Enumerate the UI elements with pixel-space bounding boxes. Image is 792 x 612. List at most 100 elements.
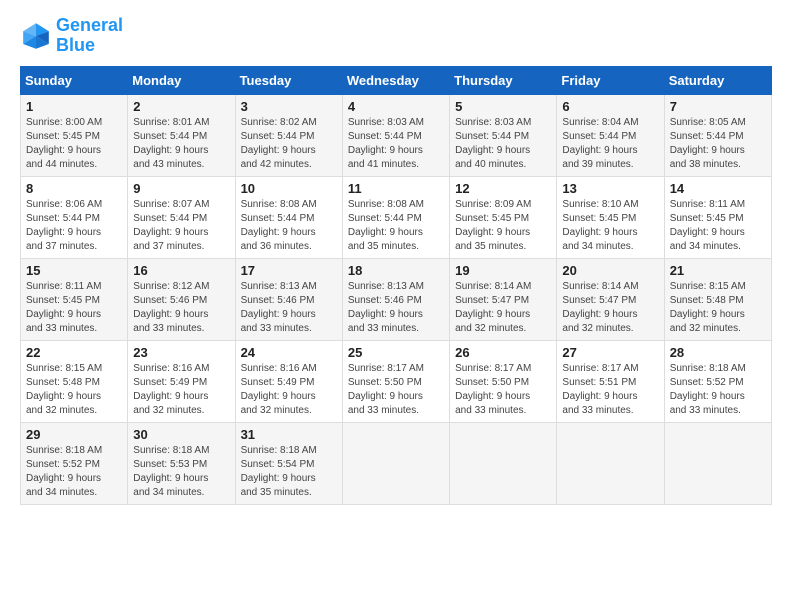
cell-info: Sunrise: 8:17 AMSunset: 5:50 PMDaylight:… xyxy=(455,362,551,418)
week-row-3: 15 Sunrise: 8:11 AMSunset: 5:45 PMDaylig… xyxy=(21,258,772,340)
day-cell xyxy=(450,422,557,504)
day-cell: 30 Sunrise: 8:18 AMSunset: 5:53 PMDaylig… xyxy=(128,422,235,504)
day-cell: 27 Sunrise: 8:17 AMSunset: 5:51 PMDaylig… xyxy=(557,340,664,422)
day-number: 20 xyxy=(562,263,658,278)
cell-info: Sunrise: 8:13 AMSunset: 5:46 PMDaylight:… xyxy=(241,280,337,336)
day-cell: 10 Sunrise: 8:08 AMSunset: 5:44 PMDaylig… xyxy=(235,176,342,258)
cell-info: Sunrise: 8:08 AMSunset: 5:44 PMDaylight:… xyxy=(241,198,337,254)
logo: General Blue xyxy=(20,16,123,56)
day-number: 25 xyxy=(348,345,444,360)
day-cell: 6 Sunrise: 8:04 AMSunset: 5:44 PMDayligh… xyxy=(557,94,664,176)
day-cell: 7 Sunrise: 8:05 AMSunset: 5:44 PMDayligh… xyxy=(664,94,771,176)
day-cell: 14 Sunrise: 8:11 AMSunset: 5:45 PMDaylig… xyxy=(664,176,771,258)
cell-info: Sunrise: 8:05 AMSunset: 5:44 PMDaylight:… xyxy=(670,116,766,172)
cell-info: Sunrise: 8:16 AMSunset: 5:49 PMDaylight:… xyxy=(241,362,337,418)
day-cell: 5 Sunrise: 8:03 AMSunset: 5:44 PMDayligh… xyxy=(450,94,557,176)
day-cell: 3 Sunrise: 8:02 AMSunset: 5:44 PMDayligh… xyxy=(235,94,342,176)
cell-info: Sunrise: 8:13 AMSunset: 5:46 PMDaylight:… xyxy=(348,280,444,336)
day-number: 5 xyxy=(455,99,551,114)
day-number: 10 xyxy=(241,181,337,196)
cell-info: Sunrise: 8:17 AMSunset: 5:50 PMDaylight:… xyxy=(348,362,444,418)
day-number: 22 xyxy=(26,345,122,360)
week-row-2: 8 Sunrise: 8:06 AMSunset: 5:44 PMDayligh… xyxy=(21,176,772,258)
header-day-friday: Friday xyxy=(557,66,664,94)
day-number: 3 xyxy=(241,99,337,114)
cell-info: Sunrise: 8:07 AMSunset: 5:44 PMDaylight:… xyxy=(133,198,229,254)
cell-info: Sunrise: 8:11 AMSunset: 5:45 PMDaylight:… xyxy=(670,198,766,254)
logo-icon xyxy=(20,20,52,52)
day-number: 13 xyxy=(562,181,658,196)
day-cell: 22 Sunrise: 8:15 AMSunset: 5:48 PMDaylig… xyxy=(21,340,128,422)
day-number: 4 xyxy=(348,99,444,114)
day-cell: 21 Sunrise: 8:15 AMSunset: 5:48 PMDaylig… xyxy=(664,258,771,340)
day-cell: 19 Sunrise: 8:14 AMSunset: 5:47 PMDaylig… xyxy=(450,258,557,340)
day-cell: 31 Sunrise: 8:18 AMSunset: 5:54 PMDaylig… xyxy=(235,422,342,504)
day-cell: 4 Sunrise: 8:03 AMSunset: 5:44 PMDayligh… xyxy=(342,94,449,176)
header-day-saturday: Saturday xyxy=(664,66,771,94)
day-cell: 17 Sunrise: 8:13 AMSunset: 5:46 PMDaylig… xyxy=(235,258,342,340)
day-number: 17 xyxy=(241,263,337,278)
day-number: 6 xyxy=(562,99,658,114)
header-day-tuesday: Tuesday xyxy=(235,66,342,94)
day-number: 26 xyxy=(455,345,551,360)
day-cell: 26 Sunrise: 8:17 AMSunset: 5:50 PMDaylig… xyxy=(450,340,557,422)
week-row-5: 29 Sunrise: 8:18 AMSunset: 5:52 PMDaylig… xyxy=(21,422,772,504)
day-cell xyxy=(557,422,664,504)
day-number: 31 xyxy=(241,427,337,442)
day-cell: 16 Sunrise: 8:12 AMSunset: 5:46 PMDaylig… xyxy=(128,258,235,340)
day-number: 16 xyxy=(133,263,229,278)
day-number: 7 xyxy=(670,99,766,114)
day-number: 29 xyxy=(26,427,122,442)
day-cell xyxy=(664,422,771,504)
cell-info: Sunrise: 8:06 AMSunset: 5:44 PMDaylight:… xyxy=(26,198,122,254)
cell-info: Sunrise: 8:14 AMSunset: 5:47 PMDaylight:… xyxy=(455,280,551,336)
header-day-monday: Monday xyxy=(128,66,235,94)
logo-text: General Blue xyxy=(56,16,123,56)
day-number: 21 xyxy=(670,263,766,278)
day-cell: 13 Sunrise: 8:10 AMSunset: 5:45 PMDaylig… xyxy=(557,176,664,258)
cell-info: Sunrise: 8:16 AMSunset: 5:49 PMDaylight:… xyxy=(133,362,229,418)
day-cell: 15 Sunrise: 8:11 AMSunset: 5:45 PMDaylig… xyxy=(21,258,128,340)
header: General Blue xyxy=(20,16,772,56)
week-row-1: 1 Sunrise: 8:00 AMSunset: 5:45 PMDayligh… xyxy=(21,94,772,176)
cell-info: Sunrise: 8:00 AMSunset: 5:45 PMDaylight:… xyxy=(26,116,122,172)
cell-info: Sunrise: 8:18 AMSunset: 5:52 PMDaylight:… xyxy=(670,362,766,418)
cell-info: Sunrise: 8:03 AMSunset: 5:44 PMDaylight:… xyxy=(348,116,444,172)
day-number: 28 xyxy=(670,345,766,360)
header-day-wednesday: Wednesday xyxy=(342,66,449,94)
calendar-table: SundayMondayTuesdayWednesdayThursdayFrid… xyxy=(20,66,772,505)
day-cell: 18 Sunrise: 8:13 AMSunset: 5:46 PMDaylig… xyxy=(342,258,449,340)
cell-info: Sunrise: 8:15 AMSunset: 5:48 PMDaylight:… xyxy=(670,280,766,336)
day-cell: 12 Sunrise: 8:09 AMSunset: 5:45 PMDaylig… xyxy=(450,176,557,258)
cell-info: Sunrise: 8:18 AMSunset: 5:52 PMDaylight:… xyxy=(26,444,122,500)
day-number: 9 xyxy=(133,181,229,196)
day-number: 11 xyxy=(348,181,444,196)
cell-info: Sunrise: 8:11 AMSunset: 5:45 PMDaylight:… xyxy=(26,280,122,336)
day-cell: 29 Sunrise: 8:18 AMSunset: 5:52 PMDaylig… xyxy=(21,422,128,504)
day-number: 18 xyxy=(348,263,444,278)
day-number: 19 xyxy=(455,263,551,278)
cell-info: Sunrise: 8:08 AMSunset: 5:44 PMDaylight:… xyxy=(348,198,444,254)
cell-info: Sunrise: 8:03 AMSunset: 5:44 PMDaylight:… xyxy=(455,116,551,172)
day-number: 23 xyxy=(133,345,229,360)
day-cell: 9 Sunrise: 8:07 AMSunset: 5:44 PMDayligh… xyxy=(128,176,235,258)
cell-info: Sunrise: 8:15 AMSunset: 5:48 PMDaylight:… xyxy=(26,362,122,418)
cell-info: Sunrise: 8:02 AMSunset: 5:44 PMDaylight:… xyxy=(241,116,337,172)
cell-info: Sunrise: 8:12 AMSunset: 5:46 PMDaylight:… xyxy=(133,280,229,336)
day-cell: 24 Sunrise: 8:16 AMSunset: 5:49 PMDaylig… xyxy=(235,340,342,422)
cell-info: Sunrise: 8:18 AMSunset: 5:53 PMDaylight:… xyxy=(133,444,229,500)
day-cell: 2 Sunrise: 8:01 AMSunset: 5:44 PMDayligh… xyxy=(128,94,235,176)
day-number: 12 xyxy=(455,181,551,196)
day-cell: 11 Sunrise: 8:08 AMSunset: 5:44 PMDaylig… xyxy=(342,176,449,258)
header-row: SundayMondayTuesdayWednesdayThursdayFrid… xyxy=(21,66,772,94)
cell-info: Sunrise: 8:04 AMSunset: 5:44 PMDaylight:… xyxy=(562,116,658,172)
week-row-4: 22 Sunrise: 8:15 AMSunset: 5:48 PMDaylig… xyxy=(21,340,772,422)
day-cell: 20 Sunrise: 8:14 AMSunset: 5:47 PMDaylig… xyxy=(557,258,664,340)
day-number: 30 xyxy=(133,427,229,442)
day-number: 8 xyxy=(26,181,122,196)
cell-info: Sunrise: 8:18 AMSunset: 5:54 PMDaylight:… xyxy=(241,444,337,500)
page: General Blue SundayMondayTuesdayWednesda… xyxy=(0,0,792,612)
day-number: 15 xyxy=(26,263,122,278)
day-number: 24 xyxy=(241,345,337,360)
header-day-sunday: Sunday xyxy=(21,66,128,94)
